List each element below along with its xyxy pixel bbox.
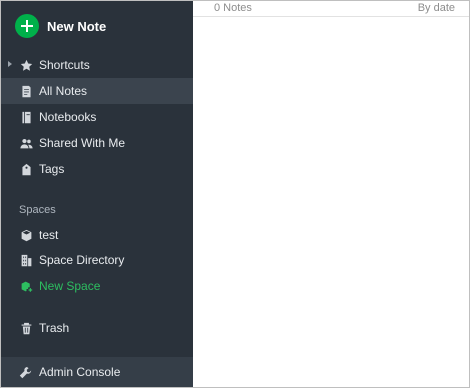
sort-dropdown[interactable]: By date <box>418 2 455 14</box>
admin-console-button[interactable]: Admin Console <box>1 357 193 387</box>
sidebar-item-space-test[interactable]: test <box>1 222 193 248</box>
sidebar-item-label: Trash <box>39 321 70 335</box>
new-note-label: New Note <box>47 18 107 34</box>
star-icon <box>19 58 33 72</box>
sidebar-item-label: test <box>39 228 59 242</box>
expand-caret-icon[interactable] <box>8 61 12 67</box>
note-icon <box>19 84 33 98</box>
sidebar-item-label: Notebooks <box>39 110 97 124</box>
plus-icon <box>15 14 39 38</box>
sidebar-item-space-directory[interactable]: Space Directory <box>1 247 193 273</box>
building-icon <box>19 253 33 267</box>
note-count: 0 Notes <box>214 2 252 14</box>
cube-icon <box>19 228 33 242</box>
people-icon <box>19 136 33 150</box>
note-list-header: 0 Notes By date <box>193 1 469 17</box>
sidebar-item-trash[interactable]: Trash <box>1 315 193 341</box>
note-list-panel: 0 Notes By date <box>193 1 469 387</box>
sidebar: New Note Shortcuts All Notes Notebooks S… <box>1 1 193 387</box>
sidebar-item-all-notes[interactable]: All Notes <box>1 78 193 104</box>
sidebar-item-label: Shortcuts <box>39 58 90 72</box>
tag-icon <box>19 162 33 176</box>
sidebar-item-label: Tags <box>39 162 65 176</box>
sidebar-item-shortcuts[interactable]: Shortcuts <box>1 52 193 78</box>
trash-icon <box>19 321 33 335</box>
admin-console-label: Admin Console <box>39 365 121 379</box>
app-window: New Note Shortcuts All Notes Notebooks S… <box>0 0 470 388</box>
sidebar-item-label: All Notes <box>39 84 88 98</box>
sidebar-item-tags[interactable]: Tags <box>1 156 193 182</box>
spaces-heading: Spaces <box>19 204 56 216</box>
cube-plus-icon <box>19 279 33 293</box>
sidebar-item-shared-with-me[interactable]: Shared With Me <box>1 130 193 156</box>
sidebar-item-label: Shared With Me <box>39 136 126 150</box>
sidebar-item-label: New Space <box>39 279 101 293</box>
new-note-button[interactable]: New Note <box>15 13 106 39</box>
sidebar-item-new-space[interactable]: New Space <box>1 273 193 299</box>
sidebar-item-label: Space Directory <box>39 253 125 267</box>
sidebar-item-notebooks[interactable]: Notebooks <box>1 104 193 130</box>
wrench-icon <box>19 365 33 379</box>
notebook-icon <box>19 110 33 124</box>
